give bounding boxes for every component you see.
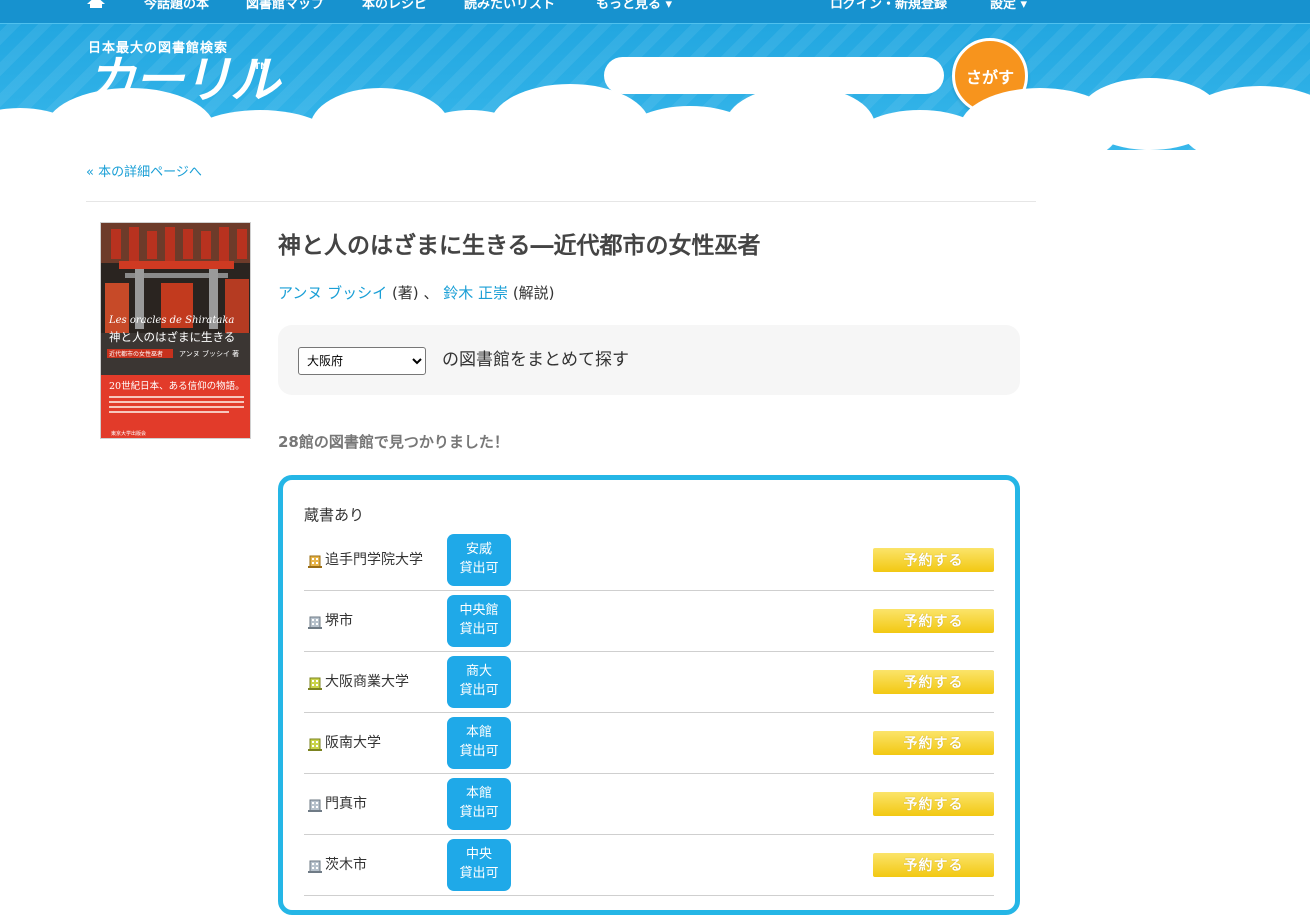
- author-role: (著): [391, 284, 419, 302]
- availability-badge[interactable]: 本館 貸出可: [447, 717, 511, 769]
- availability-badge[interactable]: 中央 貸出可: [447, 839, 511, 891]
- reserve-button[interactable]: 予約する: [873, 548, 994, 572]
- nav-reading-list[interactable]: 読みたいリスト: [464, 0, 555, 12]
- cover-author: アンヌ ブッシイ 著: [179, 349, 239, 358]
- library-row: 茨木市 中央 貸出可 予約する: [304, 835, 994, 896]
- nav-login-register[interactable]: ログイン・新規登録: [830, 0, 947, 12]
- availability-status: 貸出可: [459, 561, 499, 576]
- library-branch: 本館: [465, 786, 492, 801]
- library-building-icon: [308, 860, 322, 873]
- library-building-icon: [308, 555, 322, 568]
- library-branch: 中央: [465, 847, 492, 862]
- library-building-icon: [308, 616, 322, 629]
- library-building-icon: [308, 799, 322, 812]
- nav-book-recipe[interactable]: 本のレシピ: [362, 0, 427, 12]
- divider: [86, 201, 1036, 202]
- book-cover-art: Les oracles de Shirataka 神と人のはざまに生きる 近代都…: [101, 223, 250, 438]
- nav-popular-books[interactable]: 今話題の本: [144, 0, 209, 12]
- cover-publisher: 東京大学出版会: [111, 430, 146, 437]
- home-icon[interactable]: [87, 0, 105, 8]
- availability-status: 貸出可: [459, 683, 499, 698]
- prefecture-select[interactable]: 大阪府: [298, 347, 426, 375]
- reserve-button[interactable]: 予約する: [873, 609, 994, 633]
- found-count-message: 28館の図書館で見つかりました！: [278, 433, 509, 451]
- library-name[interactable]: 堺市: [325, 610, 353, 630]
- availability-badge[interactable]: 本館 貸出可: [447, 778, 511, 830]
- library-building-icon: [308, 738, 322, 751]
- library-results-panel: 蔵書あり 追手門学院大学 安威 貸出可 予約する 堺市 中央館 貸出可 予約する: [278, 475, 1020, 915]
- cover-title-ja: 神と人のはざまに生きる: [109, 330, 235, 344]
- availability-badge[interactable]: 商大 貸出可: [447, 656, 511, 708]
- cloud-decoration: [0, 78, 1310, 160]
- cover-band-text: 20世紀日本、ある信仰の物語。: [109, 380, 245, 392]
- nav-library-map[interactable]: 図書館マップ: [246, 0, 324, 12]
- book-cover-image[interactable]: Les oracles de Shirataka 神と人のはざまに生きる 近代都…: [100, 222, 251, 439]
- library-branch: 商大: [465, 664, 492, 679]
- site-header: 今話題の本 図書館マップ 本のレシピ 読みたいリスト もっと見る ▾ ログイン・…: [0, 0, 1310, 160]
- nav-settings-menu[interactable]: 設定 ▾: [990, 0, 1027, 12]
- cover-series: 近代都市の女性巫者: [109, 350, 163, 358]
- availability-status: 貸出可: [459, 622, 499, 637]
- library-branch: 安威: [465, 542, 492, 557]
- book-title: 神と人のはざまに生きる―近代都市の女性巫者: [278, 233, 761, 259]
- top-nav: 今話題の本 図書館マップ 本のレシピ 読みたいリスト もっと見る ▾ ログイン・…: [0, 0, 1310, 24]
- availability-badge[interactable]: 安威 貸出可: [447, 534, 511, 586]
- library-row: 大阪商業大学 商大 貸出可 予約する: [304, 652, 994, 713]
- library-row: 阪南大学 本館 貸出可 予約する: [304, 713, 994, 774]
- reserve-button[interactable]: 予約する: [873, 853, 994, 877]
- author-link[interactable]: 鈴木 正崇: [443, 284, 508, 302]
- availability-status: 貸出可: [459, 805, 499, 820]
- author-role: (解説): [512, 284, 555, 302]
- availability-status: 貸出可: [459, 866, 499, 881]
- library-branch: 中央館: [459, 603, 499, 618]
- availability-status: 貸出可: [459, 744, 499, 759]
- prefecture-search-label: の図書館をまとめて探す: [442, 350, 629, 370]
- cover-title-en: Les oracles de Shirataka: [108, 315, 234, 326]
- back-to-book-details-link[interactable]: « 本の詳細ページへ: [86, 161, 202, 180]
- library-row: 堺市 中央館 貸出可 予約する: [304, 591, 994, 652]
- author-link[interactable]: アンヌ ブッシイ: [278, 284, 387, 302]
- library-row: 追手門学院大学 安威 貸出可 予約する: [304, 530, 994, 591]
- prefecture-search-box: 大阪府 の図書館をまとめて探す: [278, 325, 1020, 395]
- library-row: 門真市 本館 貸出可 予約する: [304, 774, 994, 835]
- library-name[interactable]: 追手門学院大学: [325, 549, 423, 569]
- library-branch: 本館: [465, 725, 492, 740]
- library-name[interactable]: 門真市: [325, 793, 367, 813]
- library-name[interactable]: 阪南大学: [325, 732, 381, 752]
- reserve-button[interactable]: 予約する: [873, 670, 994, 694]
- library-name[interactable]: 大阪商業大学: [325, 671, 409, 691]
- holdings-section-title: 蔵書あり: [304, 506, 365, 524]
- library-building-icon: [308, 677, 322, 690]
- reserve-button[interactable]: 予約する: [873, 792, 994, 816]
- reserve-button[interactable]: 予約する: [873, 731, 994, 755]
- nav-more-menu[interactable]: もっと見る ▾: [596, 0, 672, 12]
- library-name[interactable]: 茨木市: [325, 854, 367, 874]
- author-list: アンヌ ブッシイ (著) 、 鈴木 正崇 (解説): [278, 282, 555, 303]
- availability-badge[interactable]: 中央館 貸出可: [447, 595, 511, 647]
- author-separator: 、: [423, 284, 439, 302]
